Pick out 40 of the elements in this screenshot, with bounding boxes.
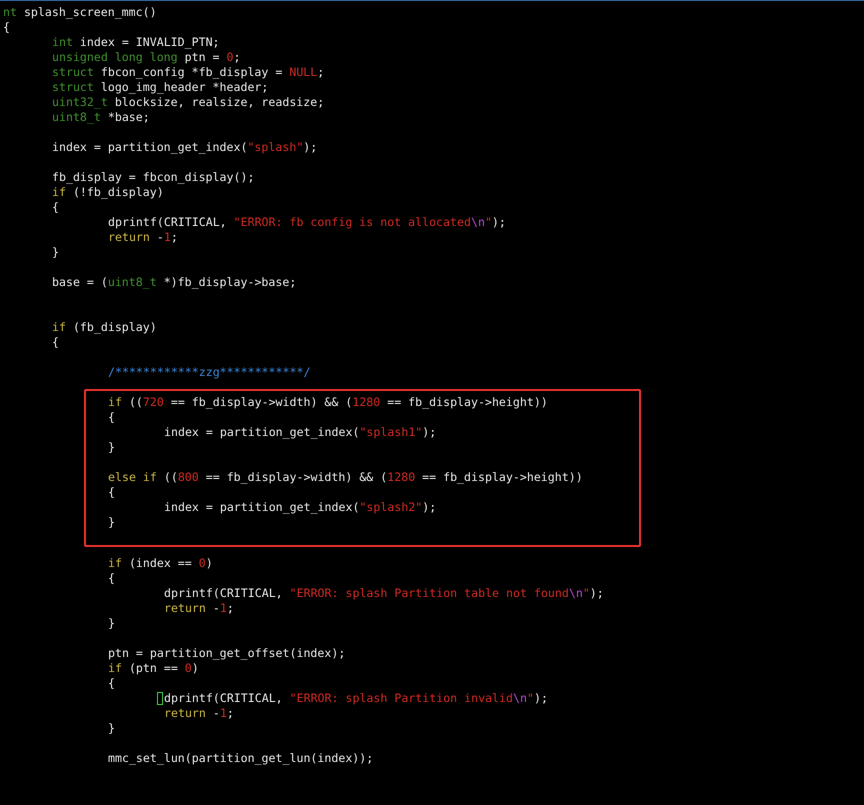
code-line: dprintf(CRITICAL, "ERROR: splash Partition invalid\n"); [164,691,548,706]
text-cursor [157,692,163,705]
code-line: else if ((800 == fb_display->width) && (1280 == fb_display->height)) [108,470,583,485]
code-line: index = partition_get_index("splash"); [52,140,318,155]
code-line: { [108,485,115,500]
code-line: if (fb_display) [52,320,157,335]
code-line: uint8_t *base; [52,110,150,125]
code-line: } [108,616,115,631]
code-line: base = (uint8_t *)fb_display->base; [52,275,296,290]
code-line: index = partition_get_index("splash2"); [164,500,436,515]
code-line: return -1; [164,601,234,616]
code-line: mmc_set_lun(partition_get_lun(index)); [108,751,374,766]
code-line: if (ptn == 0) [108,661,199,676]
code-line: if (!fb_display) [52,185,164,200]
code-line: unsigned long long ptn = 0; [52,50,240,65]
code-line: { [52,200,59,215]
code-line: } [108,721,115,736]
code-line: { [108,410,115,425]
code-line: if (index == 0) [108,556,213,571]
code-line: } [52,245,59,260]
code-line: uint32_t blocksize, realsize, readsize; [52,95,324,110]
code-line: { [108,676,115,691]
code-line: dprintf(CRITICAL, "ERROR: fb config is not allocated\n"); [108,215,506,230]
code-line: nt splash_screen_mmc() [2,5,157,20]
code-line: fb_display = fbcon_display(); [52,170,254,185]
code-line: dprintf(CRITICAL, "ERROR: splash Partition table not found\n"); [164,586,604,601]
code-line: { [52,335,59,350]
code-line: } [108,515,115,530]
code-line: ptn = partition_get_offset(index); [108,646,346,661]
code-line: { [108,571,115,586]
code-line: return -1; [164,706,234,721]
code-line: { [2,20,10,35]
code-line: struct logo_img_header *header; [52,80,268,95]
code-line: int index = INVALID_PTN; [52,35,220,50]
code-line: /************zzg************/ [108,365,310,380]
code-line: index = partition_get_index("splash1"); [164,425,436,440]
code-line: if ((720 == fb_display->width) && (1280 == fb_display->height)) [108,395,548,410]
code-line: return -1; [108,230,178,245]
code-line: } [108,440,115,455]
code-line: struct fbcon_config *fb_display = NULL; [52,65,324,80]
